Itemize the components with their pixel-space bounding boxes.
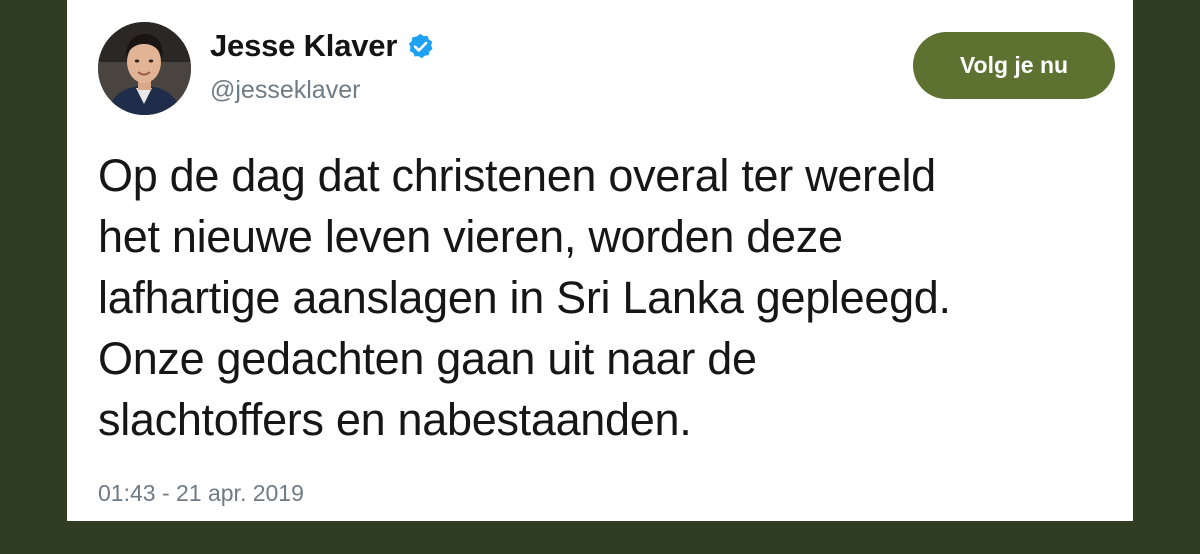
author-display-name[interactable]: Jesse Klaver [210,28,397,64]
author-handle[interactable]: @jesseklaver [210,76,360,105]
tweet-card: Jesse Klaver @jesseklaver Volg je nu Op … [67,0,1133,521]
author-name-row: Jesse Klaver [210,28,435,64]
avatar[interactable] [98,22,191,115]
tweet-timestamp[interactable]: 01:43 - 21 apr. 2019 [98,480,304,507]
follow-button[interactable]: Volg je nu [913,32,1115,99]
verified-badge-icon [406,32,435,61]
profile-photo-icon [98,22,191,115]
tweet-text: Op de dag dat christenen overal ter were… [98,150,951,445]
